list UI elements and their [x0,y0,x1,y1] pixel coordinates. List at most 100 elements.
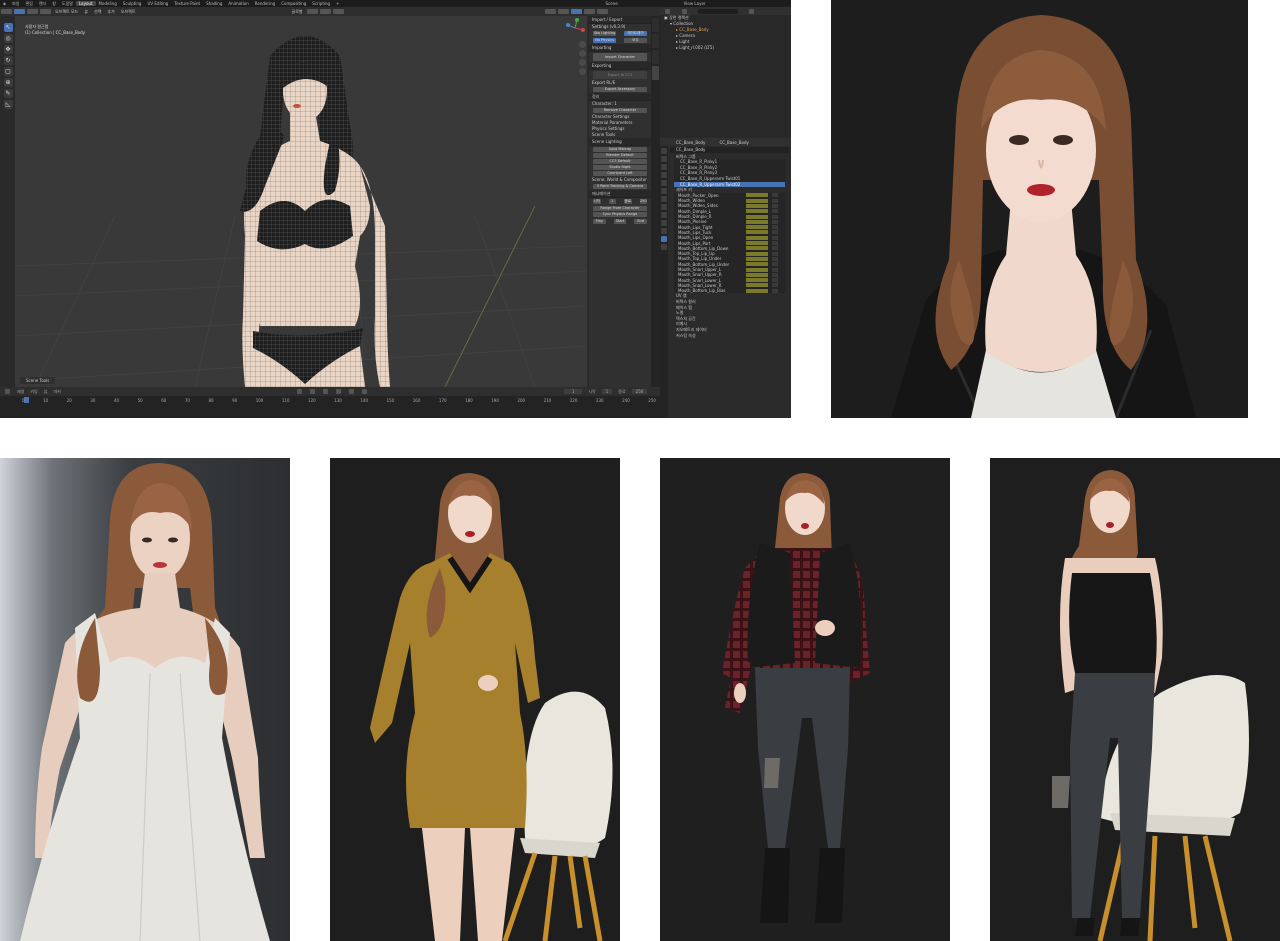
shape-key-mute-toggle[interactable] [772,272,778,277]
output-tab-icon[interactable] [661,164,667,170]
shape-key-mute-toggle[interactable] [772,288,778,293]
object-name-label[interactable]: CC_Base_Body [676,140,705,145]
animation-header[interactable]: 애니메이션 [589,190,651,198]
viewport-menu-view[interactable]: 뷰 [81,9,91,15]
shape-key-mute-toggle[interactable] [772,230,778,235]
material-tab-icon[interactable] [661,244,667,250]
proportional-icon[interactable] [332,9,344,14]
step-back-icon[interactable] [309,389,315,394]
anim-end-field[interactable]: 250 [639,199,647,204]
timeline-menu-keying[interactable]: 키잉 [30,389,37,395]
shape-key-value[interactable] [746,219,768,224]
outliner-search-input[interactable] [698,8,738,14]
object-mode-dropdown[interactable]: 오브젝트 모드 [52,9,81,15]
filter-icon[interactable] [749,8,754,14]
custom-properties-panel[interactable]: 커스텀 속성 [670,333,789,339]
tab-shading[interactable]: Shading [203,1,225,6]
jump-end-icon[interactable] [361,389,367,394]
remove-character-button[interactable]: Remove Character [593,108,647,113]
navigation-gizmo-icon[interactable] [565,18,585,38]
lighting-blender-default-button[interactable]: Blender Default [593,153,647,158]
shape-key-mute-toggle[interactable] [772,241,778,246]
end-button[interactable]: End [634,219,648,224]
export-accessory-button[interactable]: Export Accessory [593,87,647,92]
tab-animation[interactable]: Animation [225,1,251,6]
timeline-menu-marker[interactable]: 마커 [53,389,60,395]
object-tab-icon[interactable] [661,196,667,202]
shape-key-value[interactable] [746,251,768,256]
shape-key-mute-toggle[interactable] [772,283,778,288]
cleanup-header[interactable]: 정리 [589,93,651,101]
shape-key-mute-toggle[interactable] [772,209,778,214]
blender-logo-icon[interactable]: ◈ [0,1,9,6]
shape-key-value[interactable] [746,235,768,240]
shape-key-mute-toggle[interactable] [772,235,778,240]
all-physics-button[interactable]: 모두 [624,38,647,43]
cursor-tool-icon[interactable]: ◎ [3,34,13,43]
shape-key-mute-toggle[interactable] [772,193,778,198]
shape-key-value[interactable] [746,283,768,288]
shape-key-mute-toggle[interactable] [772,225,778,230]
data-name-label[interactable]: CC_Base_Body [719,140,748,145]
shape-key-mute-toggle[interactable] [772,262,778,267]
anim-start-field[interactable]: 1 [608,199,616,204]
transform-orientation-dropdown[interactable]: 글로벌 [289,9,306,15]
zoom-icon[interactable] [578,41,586,48]
camera-view-icon[interactable] [578,59,586,66]
select-tool-icon[interactable]: ↖ [3,23,13,32]
timeline-type-icon[interactable] [5,389,10,394]
shape-key-value[interactable] [746,241,768,246]
sidebar-tab-cc3[interactable] [652,66,659,80]
transform-tool-icon[interactable]: ⊕ [3,78,13,87]
sidebar-tab-tool[interactable] [652,34,659,48]
shape-key-value[interactable] [746,203,768,208]
tab-modeling[interactable]: Modeling [96,1,120,6]
shape-key-mute-toggle[interactable] [772,256,778,261]
select-box-icon[interactable] [14,9,25,14]
shading-solid-icon[interactable] [570,9,582,14]
start-frame-field[interactable]: 1 [601,389,613,394]
frame-ruler[interactable]: 0 10 20 30 40 50 60 70 80 90 100 110 120… [22,398,656,403]
jump-start-icon[interactable] [296,389,302,394]
raytrace-button[interactable]: 레이트레이 [624,31,647,36]
tab-compositing[interactable]: Compositing [278,1,309,6]
viewport-menu-add[interactable]: 추가 [104,9,117,15]
shape-key-mute-toggle[interactable] [772,203,778,208]
xray-icon[interactable] [557,9,569,14]
outliner-type-icon[interactable] [665,8,670,14]
select-mode-icon[interactable] [27,9,38,14]
sidebar-tab-item[interactable] [652,18,659,32]
shape-key-value[interactable] [746,288,768,293]
rotate-tool-icon[interactable]: ↻ [3,56,13,65]
pivot-icon[interactable] [306,9,318,14]
shape-key-value[interactable] [746,225,768,230]
shading-material-icon[interactable] [583,9,595,14]
lighting-studio-right-button[interactable]: Studio Right [593,165,647,170]
tab-rendering[interactable]: Rendering [252,1,278,6]
display-mode-icon[interactable] [682,8,687,14]
scene-tools-tab[interactable]: Scene Tools [20,377,56,384]
menu-help[interactable]: 도움말 [59,1,76,7]
lighting-solid-matcap-button[interactable]: Solid Matcap [593,147,647,152]
scale-tool-icon[interactable]: ▢ [3,67,13,76]
shape-key-value[interactable] [746,267,768,272]
mesh-data-tab-icon[interactable] [661,236,667,242]
timeline-menu-playback[interactable]: 재생 [17,389,24,395]
lighting-cc3-default-button[interactable]: CC3 Default [593,159,647,164]
measure-tool-icon[interactable]: ◺ [3,100,13,109]
exporting-header[interactable]: Exporting [589,62,651,70]
range-from-character-button[interactable]: Range From Character [593,206,647,211]
shading-render-icon[interactable] [596,9,608,14]
tab-uv-editing[interactable]: UV Editing [144,1,171,6]
tab-layout[interactable]: Layout [75,1,96,6]
shape-key-value[interactable] [746,272,768,277]
lighting-courtyard-left-button[interactable]: Courtyard Left [593,171,647,176]
shape-key-mute-toggle[interactable] [772,267,778,272]
sidebar-tab-view[interactable] [652,50,659,64]
start-button[interactable]: Start [613,219,627,224]
scene-world-compositor-label[interactable]: Scene, World & Compositor [589,177,651,183]
constraints-tab-icon[interactable] [661,228,667,234]
shape-key-value[interactable] [746,193,768,198]
scene-selector[interactable]: Scene [602,1,620,6]
shape-key-value[interactable] [746,230,768,235]
